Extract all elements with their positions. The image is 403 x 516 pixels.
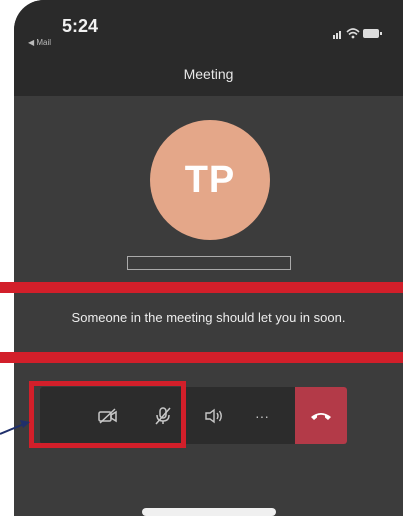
more-options-button[interactable]: ··· [238, 387, 286, 444]
participant-name-placeholder [127, 256, 291, 270]
status-time: 5:24 [62, 16, 99, 36]
annotation-arrow-icon [0, 420, 30, 435]
wifi-icon [346, 28, 360, 39]
battery-icon [363, 29, 382, 38]
page-title: Meeting [183, 66, 234, 82]
status-bar: 5:24 ◀ Mail [14, 0, 403, 56]
phone-hangup-icon [311, 412, 331, 420]
signal-icon [333, 31, 341, 39]
lobby-message: Someone in the meeting should let you in… [71, 310, 346, 325]
participant-avatar: TP [150, 120, 270, 240]
annotation-line-bottom [0, 352, 403, 363]
hang-up-button[interactable] [295, 387, 347, 444]
home-indicator [142, 508, 276, 516]
annotation-box-controls [29, 381, 186, 448]
meeting-header: Meeting [14, 56, 403, 96]
speaker-button[interactable] [190, 387, 238, 444]
status-icons [333, 28, 382, 39]
back-to-app-link[interactable]: ◀ Mail [28, 38, 51, 47]
more-icon: ··· [255, 407, 269, 424]
speaker-icon [205, 408, 222, 423]
annotation-line-top [0, 282, 403, 293]
